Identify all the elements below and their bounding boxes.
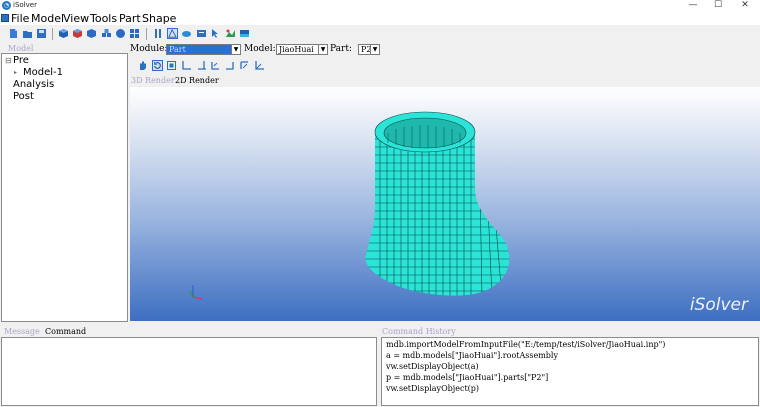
3d-viewport[interactable]: iSolver [130,87,760,321]
mesh-mode-icon[interactable] [167,28,178,39]
view-bottom-icon[interactable] [224,60,235,71]
save-icon[interactable] [36,28,47,39]
tree-node-analysis[interactable]: Analysis [13,79,54,91]
tab-2d-render[interactable]: 2D Render [175,76,219,85]
history-line: vw.setDisplayObject(p) [386,384,480,393]
view-back-icon[interactable] [196,60,207,71]
cube-group-icon[interactable] [115,28,126,39]
menu-shape[interactable]: Shape [142,12,176,25]
view-top-icon[interactable] [210,60,221,71]
tree-expand-icon[interactable]: ⊟ [5,55,12,67]
load-icon[interactable] [225,28,236,39]
pan-hand-icon[interactable] [137,60,148,71]
property-icon[interactable] [196,28,207,39]
model-tree: ⊟ Pre ▸ Model-1 Analysis Post [1,53,128,322]
command-history-label: Command History [382,327,456,336]
tube-opening [383,117,467,149]
menu-part[interactable]: Part [119,12,141,25]
view-iso-icon[interactable] [254,60,265,71]
list-icon[interactable] [153,28,164,39]
message-tab[interactable]: Message [4,327,40,336]
part-select[interactable]: P2 ▼ [358,44,380,55]
mesh-model[interactable] [130,87,760,321]
tab-3d-render[interactable]: 3D Render [131,76,175,85]
message-output[interactable] [1,337,377,406]
command-history-box[interactable]: mdb.importModelFromInputFile("E:/temp/te… [381,337,759,406]
new-file-icon[interactable] [8,28,19,39]
menu-view[interactable]: View [63,12,89,25]
tree-node-post[interactable]: Post [13,91,34,103]
history-line: mdb.importModelFromInputFile("E:/temp/te… [386,340,666,349]
multi-cube-icon[interactable] [101,28,112,39]
module-label: Module: [130,44,168,54]
cube-array-icon[interactable] [129,28,140,39]
model-select-value: JiaoHuai [279,45,314,54]
minimize-button[interactable]: — [683,0,703,11]
menu-model[interactable]: Model [31,12,64,25]
menu-file[interactable]: File [11,12,29,25]
history-line: p = mdb.models["JiaoHuai"].parts["P2"] [386,373,549,382]
rotate-icon[interactable] [152,60,163,71]
history-line: vw.setDisplayObject(a) [386,362,479,371]
tree-node-pre[interactable]: Pre [13,55,29,67]
colored-cube-icon[interactable] [72,28,83,39]
toolbar-separator [52,28,53,40]
dropdown-arrow-icon: ▼ [318,45,327,54]
toolbar-separator [146,28,147,40]
cube-shaded-icon[interactable] [86,28,97,39]
main-toolbar [0,25,760,43]
title-bar: ◔ iSolver — ☐ ✕ [0,0,760,12]
close-button[interactable]: ✕ [735,0,755,11]
part-label: Part: [330,44,352,54]
tree-node-model-1[interactable]: Model-1 [23,67,63,79]
model-select[interactable]: JiaoHuai ▼ [276,44,328,55]
menu-tools[interactable]: Tools [90,12,117,25]
app-menu-icon[interactable] [1,14,9,22]
app-logo-icon: ◔ [2,1,11,10]
view-left-icon[interactable] [239,60,250,71]
maximize-button[interactable]: ☐ [708,0,728,11]
view-front-icon[interactable] [181,60,192,71]
menu-bar: File Model View Tools Part Shape [0,12,760,25]
solid-cube-icon[interactable] [58,28,69,39]
tree-collapse-icon[interactable]: ▸ [14,67,17,79]
command-tab[interactable]: Command [45,327,86,336]
window-title: iSolver [13,1,37,9]
history-line: a = mdb.models["JiaoHuai"].rootAssembly [386,351,558,360]
dropdown-arrow-icon: ▼ [370,45,379,54]
module-select[interactable]: Part ▼ [166,44,241,55]
open-folder-icon[interactable] [22,28,33,39]
dropdown-arrow-icon: ▼ [231,45,240,54]
result-contour-icon[interactable] [239,28,250,39]
module-select-value: Part [169,45,186,54]
surface-icon[interactable] [181,28,192,39]
model-panel-label: Model [8,44,34,53]
isolver-watermark: iSolver [689,295,748,315]
zoom-fit-icon[interactable] [166,60,177,71]
select-pointer-icon[interactable] [210,28,221,39]
model-label: Model: [244,44,276,54]
axis-triad [189,285,203,300]
